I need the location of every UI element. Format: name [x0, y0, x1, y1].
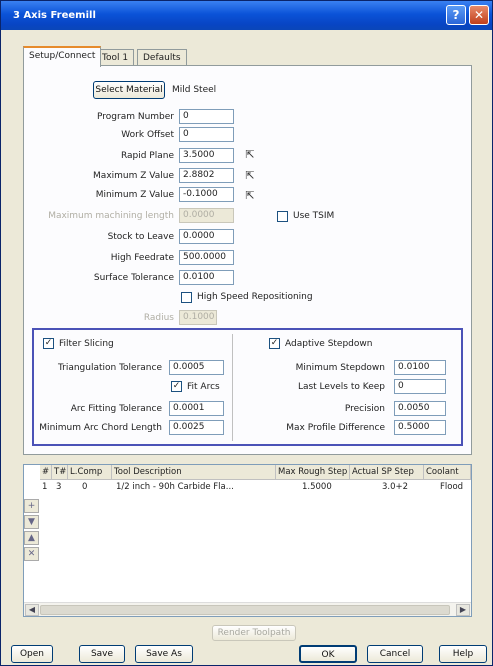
max-profile-difference-input[interactable]: 0.5000 [394, 420, 446, 435]
title-bar[interactable]: 3 Axis Freemill ? ✕ [1, 1, 492, 30]
material-value: Mild Steel [172, 85, 217, 95]
column-header-index[interactable]: # [40, 465, 52, 480]
dialog-window: 3 Axis Freemill ? ✕ Setup/Connect Tool 1… [0, 0, 493, 666]
fit-arcs-label: Fit Arcs [187, 382, 220, 392]
scroll-left-icon[interactable]: ◀ [25, 604, 39, 616]
delete-tool-icon[interactable]: ✕ [24, 547, 39, 561]
render-toolpath-button: Render Toolpath [212, 625, 296, 641]
column-header-tool-number[interactable]: T# [52, 465, 68, 480]
max-machining-length-input: 0.0000 [179, 208, 234, 223]
horizontal-scrollbar[interactable]: ◀ ▶ [24, 602, 471, 616]
add-tool-icon[interactable]: + [24, 499, 39, 513]
stock-to-leave-input[interactable]: 0.0000 [179, 229, 234, 244]
arc-fitting-tolerance-label: Arc Fitting Tolerance [70, 404, 162, 414]
min-stepdown-label: Minimum Stepdown [295, 363, 385, 373]
high-feedrate-label: High Feedrate [110, 253, 174, 263]
adaptive-stepdown-label: Adaptive Stepdown [285, 339, 373, 349]
select-material-button[interactable]: Select Material [93, 81, 165, 99]
table-cell[interactable]: Flood [438, 481, 470, 494]
radius-input: 0.1000 [179, 310, 217, 325]
tool-grid: # T# L.Comp Tool Description Max Rough S… [23, 464, 472, 617]
move-up-icon[interactable]: ▲ [24, 531, 39, 545]
last-levels-label: Last Levels to Keep [297, 382, 385, 392]
tab-tool-1[interactable]: Tool 1 [96, 49, 135, 66]
tab-setup-connect[interactable]: Setup/Connect [23, 46, 102, 67]
triangulation-tolerance-input[interactable]: 0.0005 [169, 360, 224, 375]
tab-defaults[interactable]: Defaults [137, 49, 187, 66]
last-levels-input[interactable]: 0 [394, 379, 446, 394]
use-tsim-label: Use TSIM [293, 211, 335, 221]
column-header-actual-sp-step[interactable]: Actual SP Step [350, 465, 424, 480]
precision-input[interactable]: 0.0050 [394, 401, 446, 416]
ok-button[interactable]: OK [299, 645, 357, 663]
open-button[interactable]: Open [11, 645, 53, 663]
radius-label: Radius [143, 313, 174, 323]
table-cell[interactable]: 3.0+2 [380, 481, 422, 494]
pick-cursor-icon[interactable]: ⇱ [243, 147, 257, 163]
filter-slicing-label: Filter Slicing [59, 339, 114, 349]
surface-tolerance-label: Surface Tolerance [93, 273, 174, 283]
save-button[interactable]: Save [79, 645, 125, 663]
precision-label: Precision [344, 404, 385, 414]
program-number-input[interactable]: 0 [179, 109, 234, 124]
pick-cursor-icon[interactable]: ⇱ [243, 168, 257, 184]
triangulation-tolerance-label: Triangulation Tolerance [57, 363, 162, 373]
group-divider [232, 334, 233, 441]
max-profile-difference-label: Max Profile Difference [286, 423, 385, 433]
scroll-right-icon[interactable]: ▶ [456, 604, 470, 616]
arc-fitting-tolerance-input[interactable]: 0.0001 [169, 401, 224, 416]
column-header-max-rough-step[interactable]: Max Rough Step [276, 465, 350, 480]
min-arc-chord-length-input[interactable]: 0.0025 [169, 420, 224, 435]
pick-cursor-icon[interactable]: ⇱ [243, 188, 257, 204]
cancel-button[interactable]: Cancel [367, 645, 423, 663]
scrollbar-thumb[interactable] [40, 605, 450, 615]
high-speed-repositioning-checkbox[interactable] [181, 292, 192, 303]
adaptive-stepdown-checkbox[interactable]: ✓ [269, 338, 280, 349]
column-header-tool-description[interactable]: Tool Description [112, 465, 276, 480]
filter-slicing-checkbox[interactable]: ✓ [43, 338, 54, 349]
program-number-label: Program Number [97, 112, 174, 122]
min-z-label: Minimum Z Value [95, 190, 174, 200]
rapid-plane-label: Rapid Plane [120, 151, 174, 161]
work-offset-input[interactable]: 0 [179, 127, 234, 142]
fit-arcs-checkbox[interactable]: ✓ [171, 381, 182, 392]
table-cell[interactable]: 0 [80, 481, 110, 494]
min-stepdown-input[interactable]: 0.0100 [394, 360, 446, 375]
window-title: 3 Axis Freemill [13, 10, 96, 21]
max-machining-length-label: Maximum machining length [48, 211, 174, 221]
surface-tolerance-input[interactable]: 0.0100 [179, 270, 234, 285]
column-header-coolant[interactable]: Coolant [424, 465, 471, 480]
table-cell[interactable]: 1 [40, 481, 52, 494]
help-icon[interactable]: ? [446, 5, 466, 25]
use-tsim-checkbox[interactable] [277, 211, 288, 222]
max-z-label: Maximum Z Value [93, 171, 174, 181]
move-down-icon[interactable]: ▼ [24, 515, 39, 529]
table-cell[interactable]: 1.5000 [300, 481, 348, 494]
close-icon[interactable]: ✕ [469, 5, 489, 25]
column-header-length-comp[interactable]: L.Comp [68, 465, 112, 480]
save-as-button[interactable]: Save As [135, 645, 193, 663]
work-offset-label: Work Offset [121, 130, 174, 140]
help-button[interactable]: Help [439, 645, 487, 663]
table-cell[interactable]: 3 [54, 481, 68, 494]
high-speed-repositioning-label: High Speed Repositioning [197, 292, 313, 302]
min-arc-chord-length-label: Minimum Arc Chord Length [39, 423, 162, 433]
min-z-input[interactable]: -0.1000 [179, 187, 234, 202]
high-feedrate-input[interactable]: 500.0000 [179, 250, 234, 265]
stock-to-leave-label: Stock to Leave [107, 232, 174, 242]
table-cell[interactable]: 1/2 inch - 90h Carbide Fla... [114, 481, 274, 494]
rapid-plane-input[interactable]: 3.5000 [179, 148, 234, 163]
max-z-input[interactable]: 2.8802 [179, 168, 234, 183]
